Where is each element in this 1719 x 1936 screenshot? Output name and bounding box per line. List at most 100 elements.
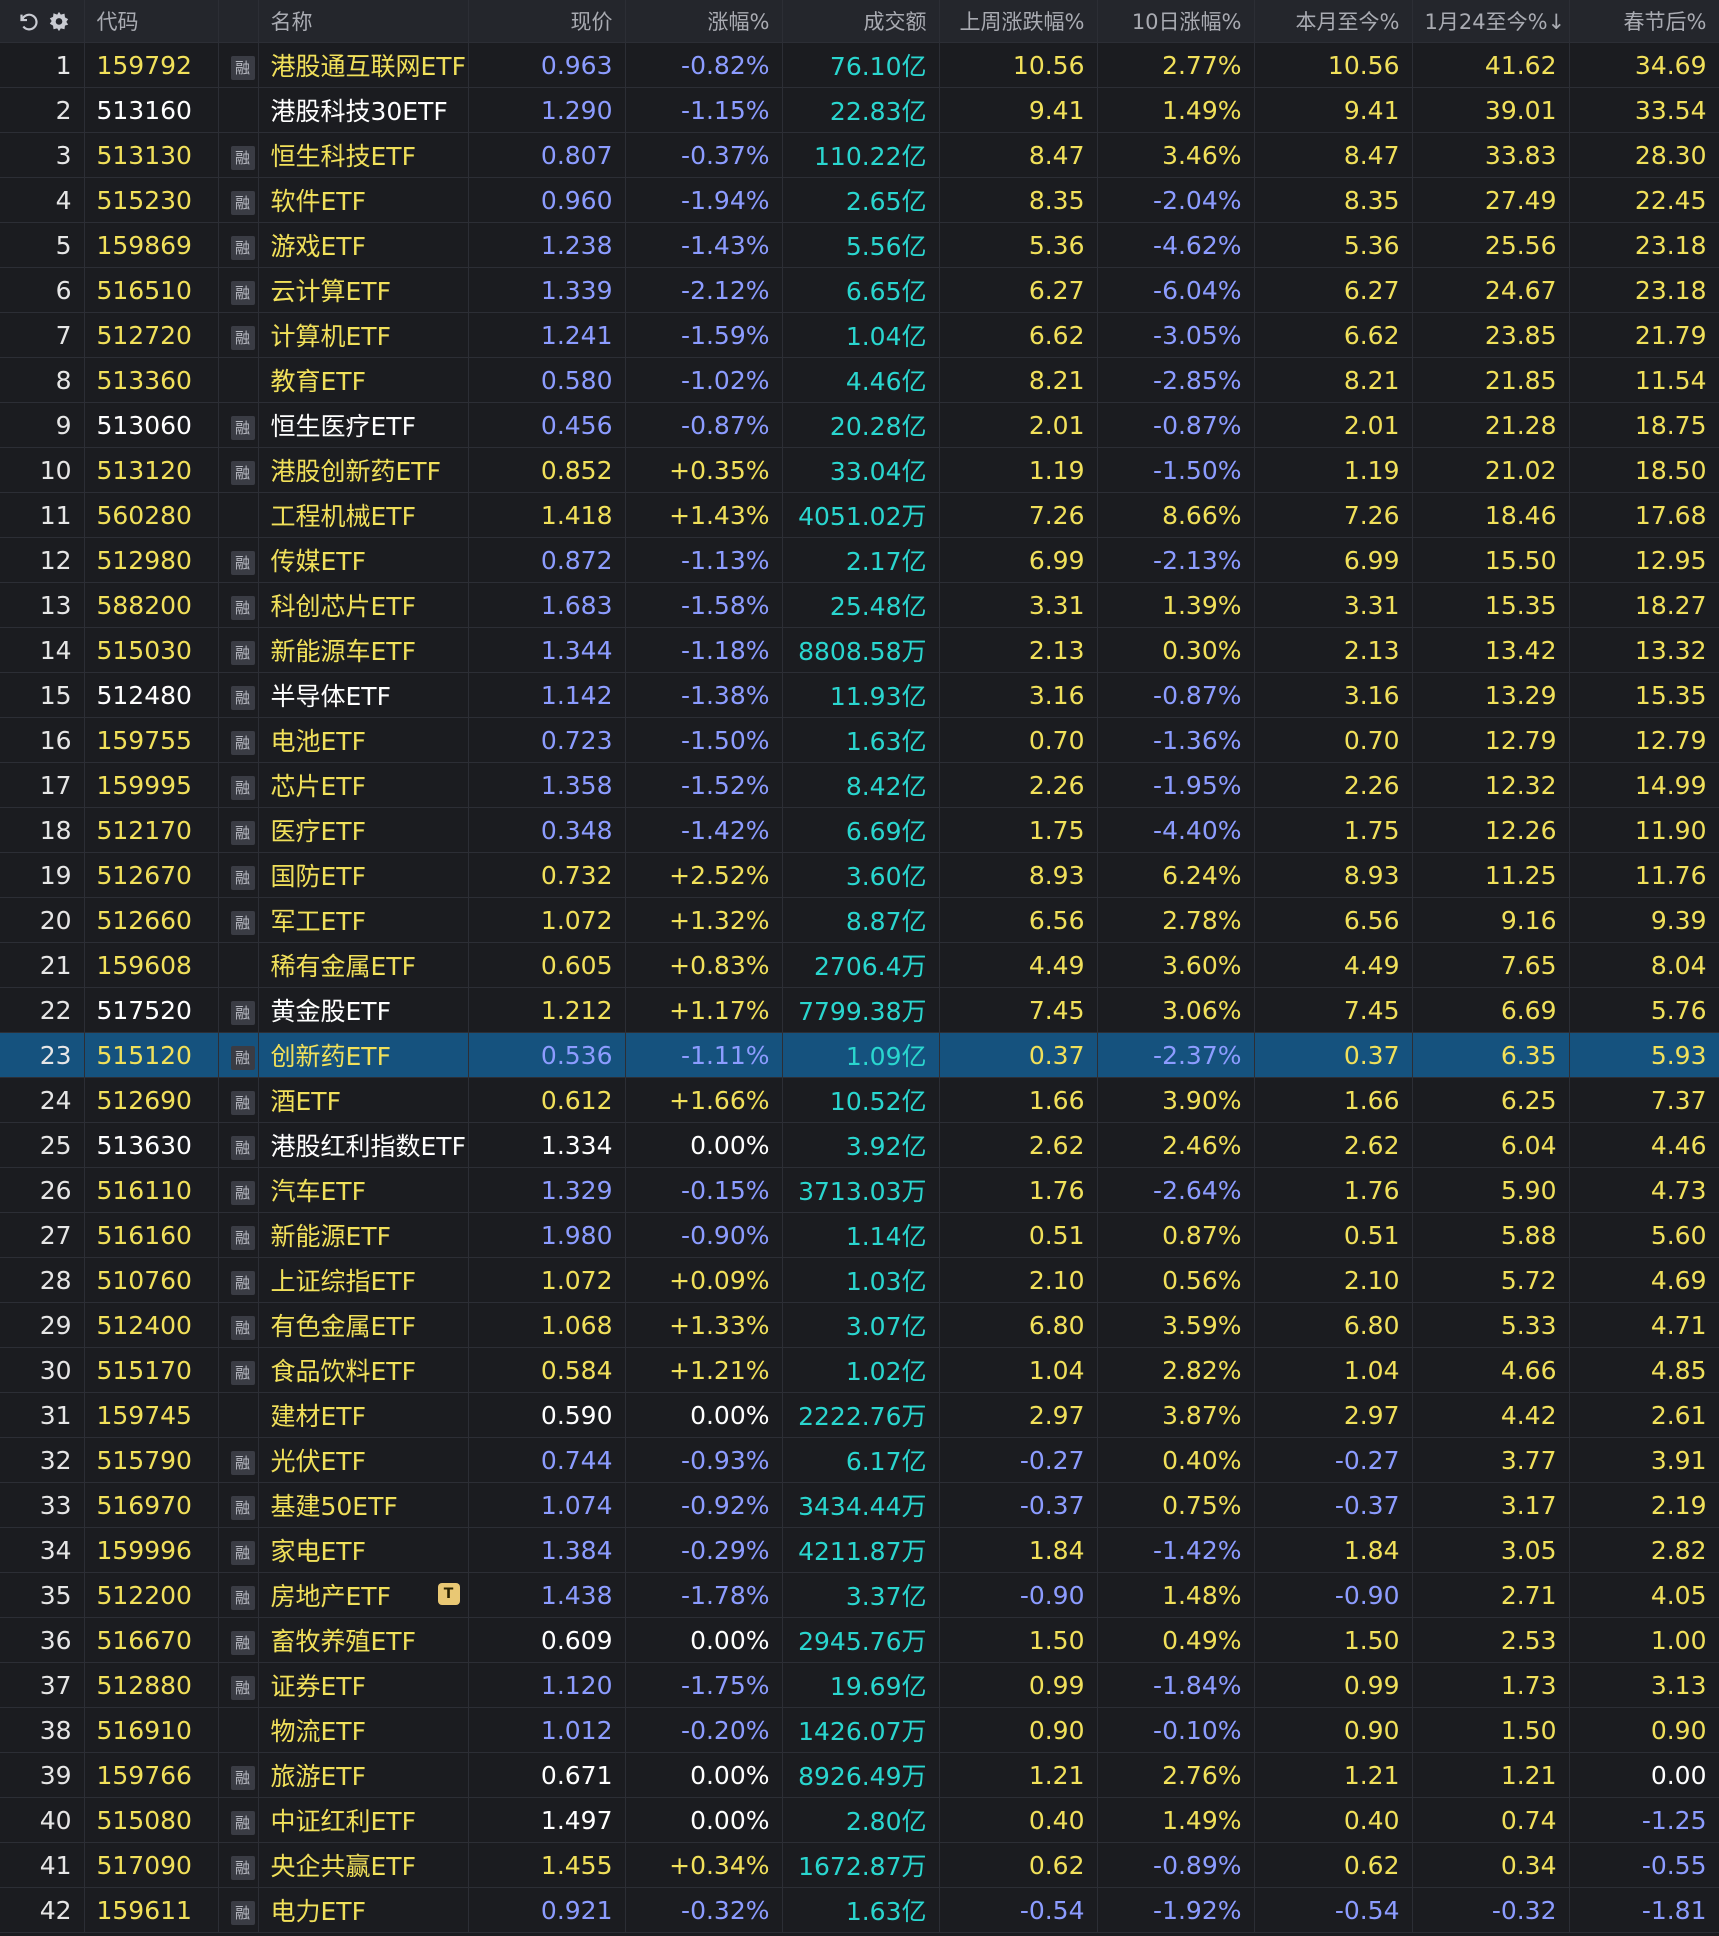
col-header-last-week[interactable]: 上周涨跌幅% bbox=[939, 0, 1098, 43]
table-row[interactable]: 8 513360 教育ETF 0.580 -1.02% 4.46亿 8.21 -2.85% 8.… bbox=[0, 357, 1719, 403]
table-row[interactable]: 10 513120 融港股创新药ETF 0.852 +0.35% 33.04亿 1.19 -1… bbox=[0, 447, 1719, 493]
table-row[interactable]: 15 512480 融半导体ETF 1.142 -1.38% 11.93亿 3.16 -0.8… bbox=[0, 672, 1719, 718]
row-last-week: 10.56 bbox=[939, 42, 1098, 88]
table-row[interactable]: 1 159792 融港股通互联网ETF 0.963 -0.82% 76.10亿 10.56 2… bbox=[0, 42, 1719, 88]
row-code: 516110 bbox=[84, 1167, 219, 1213]
table-row[interactable]: 3 513130 融恒生科技ETF 0.807 -0.37% 110.22亿 8.47 3.4… bbox=[0, 132, 1719, 178]
row-change: 0.00% bbox=[625, 1752, 783, 1798]
row-mtd: -0.90 bbox=[1254, 1572, 1413, 1618]
row-change: -1.42% bbox=[625, 807, 783, 853]
table-row[interactable]: 41 517090 融央企共赢ETF 1.455 +0.34% 1672.87万 0.62-… bbox=[0, 1842, 1719, 1888]
table-row[interactable]: 23 515120 融创新药ETF 0.536 -1.11% 1.09亿 0.37 -2.37… bbox=[0, 1032, 1719, 1078]
table-row[interactable]: 21 159608 稀有金属ETF 0.605 +0.83% 2706.4万 4.49 3.6… bbox=[0, 942, 1719, 988]
col-header-price[interactable]: 现价 bbox=[468, 0, 626, 43]
col-header-turnover[interactable]: 成交额 bbox=[782, 0, 940, 43]
table-row[interactable]: 35 512200 融房地产ETF T 1.438 -1.78% 3.37亿 -0.90 1.4… bbox=[0, 1572, 1719, 1618]
row-change: -1.75% bbox=[625, 1662, 783, 1708]
table-row[interactable]: 5 159869 融游戏ETF 1.238 -1.43% 5.56亿 5.36 -4.62% 5… bbox=[0, 222, 1719, 268]
row-code: 512690 bbox=[84, 1077, 219, 1123]
row-price: 1.238 bbox=[468, 222, 626, 268]
row-mtd: 1.84 bbox=[1254, 1527, 1413, 1573]
row-name: 食品饮料ETF bbox=[258, 1347, 469, 1393]
row-price: 0.852 bbox=[468, 447, 626, 493]
row-turnover: 8.87亿 bbox=[782, 897, 940, 943]
row-code: 515790 bbox=[84, 1437, 219, 1483]
table-row[interactable]: 19 512670 融国防ETF 0.732 +2.52% 3.60亿 8.93 6.24% 8… bbox=[0, 852, 1719, 898]
row-after-festival: 2.19 bbox=[1569, 1482, 1719, 1528]
table-row[interactable]: 27 516160 融新能源ETF 1.980 -0.90% 1.14亿 0.51 0.87%… bbox=[0, 1212, 1719, 1258]
table-row[interactable]: 16 159755 融电池ETF 0.723 -1.50% 1.63亿 0.70 -1.36%… bbox=[0, 717, 1719, 763]
table-row[interactable]: 2 513160 港股科技30ETF 1.290 -1.15% 22.83亿 9.41 1.4… bbox=[0, 87, 1719, 133]
table-row[interactable]: 25 513630 融港股红利指数ETF 1.334 0.00% 3.92亿 2.62 2.4… bbox=[0, 1122, 1719, 1168]
table-row[interactable]: 9 513060 融恒生医疗ETF 0.456 -0.87% 20.28亿 2.01 -0.8… bbox=[0, 402, 1719, 448]
col-header-ten-day[interactable]: 10日涨幅% bbox=[1097, 0, 1255, 43]
row-change: -1.59% bbox=[625, 312, 783, 358]
row-last-week: 6.99 bbox=[939, 537, 1098, 583]
table-row[interactable]: 12 512980 融传媒ETF 0.872 -1.13% 2.17亿 6.99 -2.13%… bbox=[0, 537, 1719, 583]
gear-icon[interactable] bbox=[46, 8, 72, 34]
table-row[interactable]: 24 512690 融酒ETF 0.612 +1.66% 10.52亿 1.66 3.90% 1… bbox=[0, 1077, 1719, 1123]
row-name: 港股通互联网ETF bbox=[258, 42, 469, 88]
table-row[interactable]: 33 516970 融基建50ETF 1.074 -0.92% 3434.44万 -0.37… bbox=[0, 1482, 1719, 1528]
row-index: 39 bbox=[0, 1752, 85, 1798]
table-row[interactable]: 36 516670 融畜牧养殖ETF 0.609 0.00% 2945.76万 1.50 0.… bbox=[0, 1617, 1719, 1663]
table-row[interactable]: 34 159996 融家电ETF 1.384 -0.29% 4211.87万 1.84 -1.… bbox=[0, 1527, 1719, 1573]
table-row[interactable]: 29 512400 融有色金属ETF 1.068 +1.33% 3.07亿 6.80 3.59… bbox=[0, 1302, 1719, 1348]
row-ten-day: -4.62% bbox=[1097, 222, 1255, 268]
row-index: 37 bbox=[0, 1662, 85, 1708]
row-after-festival: 14.99 bbox=[1569, 762, 1719, 808]
table-row[interactable]: 32 515790 融光伏ETF 0.744 -0.93% 6.17亿 -0.27 0.40%… bbox=[0, 1437, 1719, 1483]
col-header-after-festival[interactable]: 春节后% bbox=[1569, 0, 1719, 43]
table-row[interactable]: 18 512170 融医疗ETF 0.348 -1.42% 6.69亿 1.75 -4.40%… bbox=[0, 807, 1719, 853]
row-index: 9 bbox=[0, 402, 85, 448]
table-row[interactable]: 6 516510 融云计算ETF 1.339 -2.12% 6.65亿 6.27 -6.04%… bbox=[0, 267, 1719, 313]
row-change: +1.21% bbox=[625, 1347, 783, 1393]
row-turnover: 5.56亿 bbox=[782, 222, 940, 268]
row-since-jan24: 6.25 bbox=[1412, 1077, 1570, 1123]
col-header-code[interactable]: 代码 bbox=[84, 0, 219, 43]
row-name: 港股创新药ETF bbox=[258, 447, 469, 493]
table-row[interactable]: 14 515030 融新能源车ETF 1.344 -1.18% 8808.58万 2.13 0… bbox=[0, 627, 1719, 673]
table-row[interactable]: 38 516910 物流ETF 1.012 -0.20% 1426.07万 0.90 -0.1… bbox=[0, 1707, 1719, 1753]
table-row[interactable]: 11 560280 工程机械ETF 1.418 +1.43% 4051.02万 7.26 8.… bbox=[0, 492, 1719, 538]
row-code: 159608 bbox=[84, 942, 219, 988]
table-row[interactable]: 42 159611 融电力ETF 0.921 -0.32% 1.63亿 -0.54 -1.92… bbox=[0, 1887, 1719, 1933]
table-row[interactable]: 37 512880 融证券ETF 1.120 -1.75% 19.69亿 0.99 -1.84… bbox=[0, 1662, 1719, 1708]
row-name-label: 科创芯片ETF bbox=[270, 592, 416, 621]
margin-tag-cell: 融 bbox=[218, 1752, 259, 1798]
row-turnover: 4.46亿 bbox=[782, 357, 940, 403]
row-change: -1.94% bbox=[625, 177, 783, 223]
row-name-label: 央企共赢ETF bbox=[270, 1852, 416, 1881]
row-ten-day: 2.82% bbox=[1097, 1347, 1255, 1393]
margin-tag-cell: 融 bbox=[218, 1797, 259, 1843]
row-price: 1.072 bbox=[468, 1257, 626, 1303]
col-header-name[interactable]: 名称 bbox=[258, 0, 469, 43]
refresh-icon[interactable] bbox=[14, 8, 40, 34]
col-header-since-jan24[interactable]: 1月24至今%↓ bbox=[1412, 0, 1570, 43]
table-row[interactable]: 30 515170 融食品饮料ETF 0.584 +1.21% 1.02亿 1.04 2.82… bbox=[0, 1347, 1719, 1393]
table-row[interactable]: 7 512720 融计算机ETF 1.241 -1.59% 1.04亿 6.62 -3.05%… bbox=[0, 312, 1719, 358]
table-row[interactable]: 13 588200 融科创芯片ETF 1.683 -1.58% 25.48亿 3.31 1.3… bbox=[0, 582, 1719, 628]
col-header-change[interactable]: 涨幅% bbox=[625, 0, 783, 43]
table-row[interactable]: 28 510760 融上证综指ETF 1.072 +0.09% 1.03亿 2.10 0.56… bbox=[0, 1257, 1719, 1303]
row-name: 电池ETF bbox=[258, 717, 469, 763]
row-index: 2 bbox=[0, 87, 85, 133]
table-row[interactable]: 39 159766 融旅游ETF 0.671 0.00% 8926.49万 1.21 2.76… bbox=[0, 1752, 1719, 1798]
table-row[interactable]: 26 516110 融汽车ETF 1.329 -0.15% 3713.03万 1.76 -2.… bbox=[0, 1167, 1719, 1213]
row-last-week: 1.75 bbox=[939, 807, 1098, 853]
row-since-jan24: 2.71 bbox=[1412, 1572, 1570, 1618]
table-row[interactable]: 31 159745 建材ETF 0.590 0.00% 2222.76万 2.97 3.87%… bbox=[0, 1392, 1719, 1438]
table-row[interactable]: 20 512660 融军工ETF 1.072 +1.32% 8.87亿 6.56 2.78% 6… bbox=[0, 897, 1719, 943]
row-code: 515230 bbox=[84, 177, 219, 223]
table-row[interactable]: 4 515230 融软件ETF 0.960 -1.94% 2.65亿 8.35 -2.04% 8… bbox=[0, 177, 1719, 223]
row-name: 旅游ETF bbox=[258, 1752, 469, 1798]
table-row[interactable]: 40 515080 融中证红利ETF 1.497 0.00% 2.80亿 0.40 1.49%… bbox=[0, 1797, 1719, 1843]
col-header-mtd[interactable]: 本月至今% bbox=[1254, 0, 1413, 43]
row-index: 7 bbox=[0, 312, 85, 358]
row-price: 0.732 bbox=[468, 852, 626, 898]
table-row[interactable]: 17 159995 融芯片ETF 1.358 -1.52% 8.42亿 2.26 -1.95%… bbox=[0, 762, 1719, 808]
row-code: 159792 bbox=[84, 42, 219, 88]
table-row[interactable]: 22 517520 融黄金股ETF 1.212 +1.17% 7799.38万 7.45 3.… bbox=[0, 987, 1719, 1033]
row-index: 25 bbox=[0, 1122, 85, 1168]
margin-trading-tag: 融 bbox=[230, 1765, 255, 1790]
